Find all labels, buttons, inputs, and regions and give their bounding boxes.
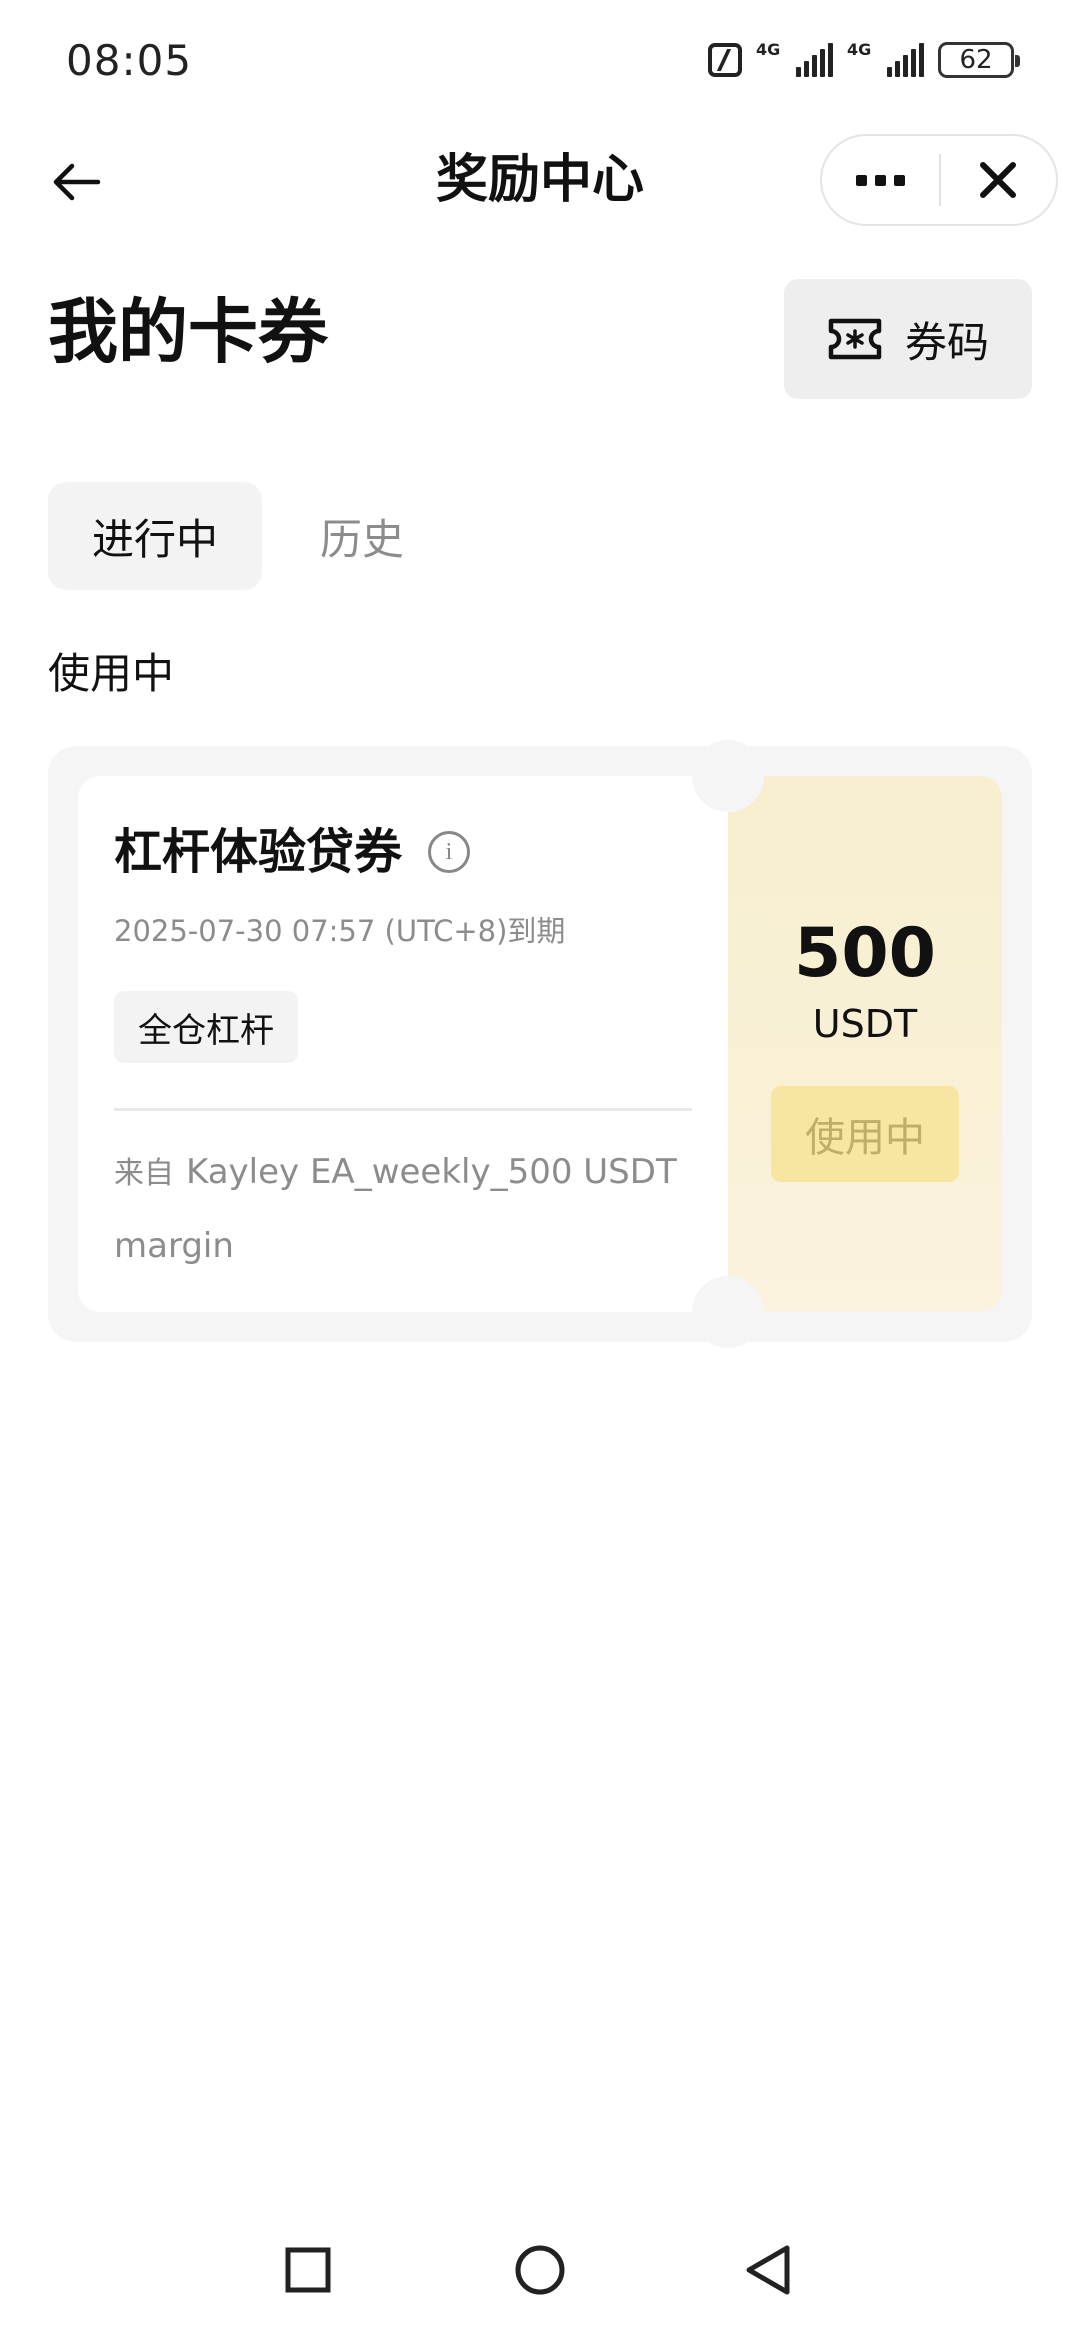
more-button[interactable] [822, 136, 939, 224]
system-nav-bar [0, 2200, 1080, 2340]
coupon-code-label: 券码 [904, 317, 989, 367]
system-back-button[interactable] [726, 2228, 810, 2312]
close-button[interactable] [941, 136, 1056, 224]
status-bar: 08:05 4G 4G 62 [0, 0, 1080, 120]
coupon-source-name: Kayley EA_weekly_500 USDT margin [114, 1152, 677, 1266]
coupon-value-panel: 500 USDT 使用中 [728, 776, 1002, 1312]
tab-in-progress[interactable]: 进行中 [48, 482, 263, 590]
page-title: 我的卡券 [48, 291, 328, 373]
more-dots-icon [856, 174, 867, 186]
network-type-2: 4G [847, 40, 872, 59]
coupon-title: 杠杆体验贷券 [114, 824, 403, 880]
recents-button[interactable] [266, 2228, 350, 2312]
ticket-star-icon [828, 318, 882, 360]
network-type-1: 4G [756, 40, 781, 59]
coupon-code-button[interactable]: 券码 [784, 279, 1032, 399]
coupon-tag: 全仓杠杆 [114, 991, 298, 1063]
triangle-back-icon [746, 2245, 790, 2295]
circle-icon [515, 2245, 565, 2295]
info-icon[interactable]: i [428, 831, 471, 873]
coupon-ticket: 杠杆体验贷券 i 2025-07-30 07:57 (UTC+8)到期 全仓杠杆… [78, 740, 1002, 1348]
mini-program-capsule [820, 134, 1058, 226]
tabs: 进行中 历史 [48, 482, 448, 590]
coupon-details: 杠杆体验贷券 i 2025-07-30 07:57 (UTC+8)到期 全仓杠杆… [78, 776, 728, 1312]
coupon-title-row: 杠杆体验贷券 i [114, 822, 471, 882]
ticket-notch-bottom [692, 1276, 764, 1348]
signal-icon-sim1: 4G [756, 40, 833, 77]
battery-icon: 62 [938, 42, 1020, 78]
coupon-divider [114, 1108, 692, 1111]
nfc-icon [708, 43, 742, 77]
status-icons: 4G 4G 62 [708, 40, 1020, 80]
status-time: 08:05 [66, 36, 193, 85]
header: 奖励中心 [0, 130, 1080, 230]
home-button[interactable] [498, 2228, 582, 2312]
close-x-icon [980, 162, 1017, 198]
signal-icon-sim2: 4G [847, 40, 924, 77]
tab-history[interactable]: 历史 [262, 482, 448, 590]
coupon-source-prefix: 来自 [114, 1156, 174, 1191]
battery-level: 62 [959, 45, 993, 75]
coupon-status-badge: 使用中 [771, 1086, 959, 1182]
section-label-in-use: 使用中 [48, 649, 175, 698]
coupon-source: 来自 Kayley EA_weekly_500 USDT margin [114, 1136, 694, 1282]
coupon-currency: USDT [812, 1002, 918, 1046]
coupon-amount: 500 [794, 914, 936, 993]
square-icon [285, 2247, 331, 2293]
coupon-expiry: 2025-07-30 07:57 (UTC+8)到期 [114, 914, 566, 948]
ticket-notch-top [692, 740, 764, 812]
coupon-card[interactable]: 杠杆体验贷券 i 2025-07-30 07:57 (UTC+8)到期 全仓杠杆… [48, 740, 1032, 1348]
